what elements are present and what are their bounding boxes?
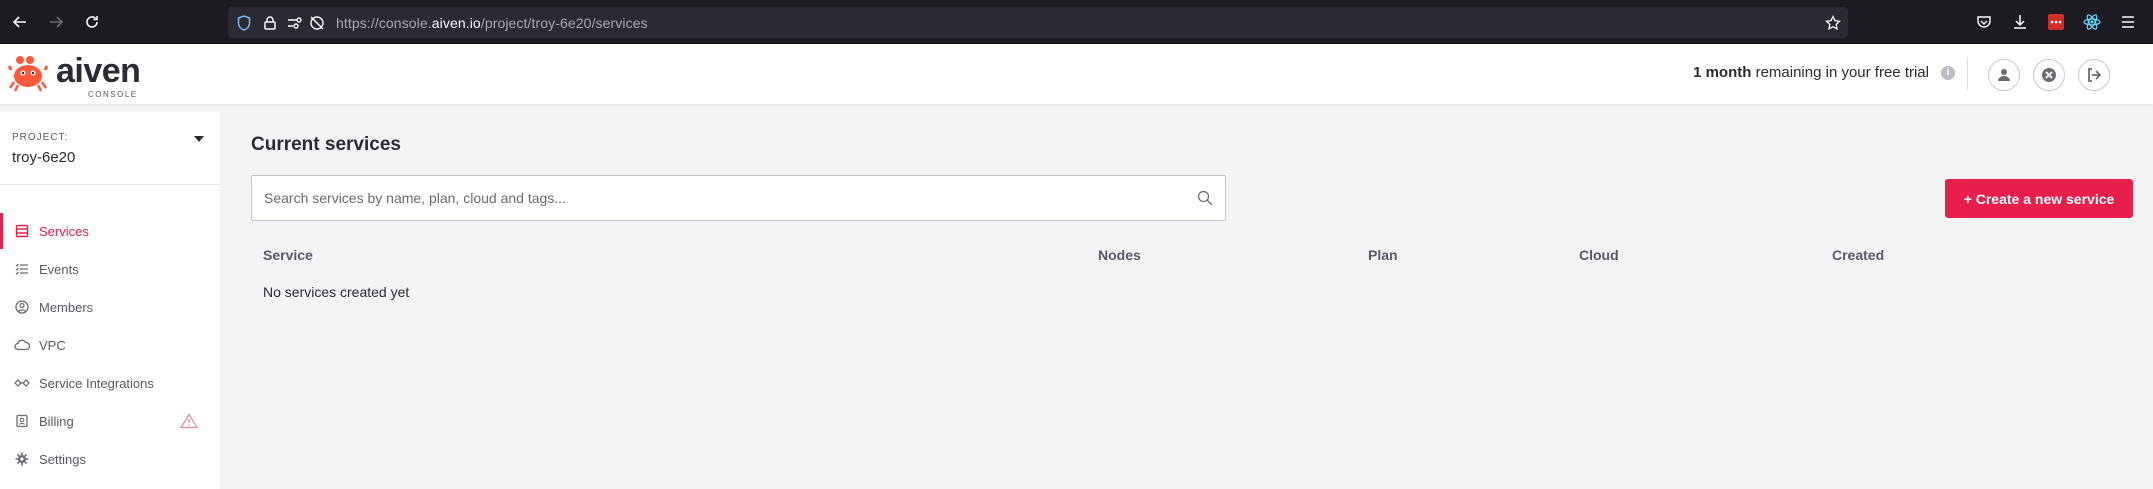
- members-icon: [14, 299, 30, 315]
- cloud-icon: [14, 337, 30, 353]
- column-header-created[interactable]: Created: [1832, 247, 1884, 263]
- sidebar-item-service-integrations[interactable]: Service Integrations: [0, 365, 220, 401]
- sidebar-item-label: Billing: [39, 413, 74, 429]
- download-icon[interactable]: [2009, 11, 2031, 33]
- bookmark-star-icon[interactable]: [1824, 14, 1842, 32]
- trial-text: remaining in your free trial: [1755, 64, 1929, 81]
- autoplay-blocked-icon[interactable]: [308, 14, 326, 32]
- url-path: /project/troy-6e20/services: [480, 15, 648, 31]
- tracking-shield-icon[interactable]: [235, 14, 253, 32]
- empty-state-message: No services created yet: [263, 284, 410, 300]
- chevron-down-icon[interactable]: [194, 136, 204, 142]
- header-divider: [1967, 58, 1968, 90]
- lock-icon[interactable]: [261, 14, 279, 32]
- permissions-icon[interactable]: [286, 14, 304, 32]
- events-icon: [14, 261, 30, 277]
- sidebar-item-label: Service Integrations: [39, 375, 154, 391]
- integrations-icon: [14, 375, 30, 391]
- sidebar-item-label: Settings: [39, 451, 86, 467]
- sidebar-divider: [0, 184, 220, 185]
- back-icon[interactable]: [8, 10, 32, 34]
- support-button[interactable]: [2033, 59, 2065, 91]
- hamburger-menu-icon[interactable]: [2117, 11, 2139, 33]
- search-container: [251, 175, 1226, 221]
- user-icon: [1998, 69, 2010, 81]
- search-input[interactable]: [264, 176, 1184, 220]
- search-icon[interactable]: [1197, 190, 1213, 206]
- address-bar[interactable]: https://console.aiven.io/project/troy-6e…: [228, 7, 1848, 38]
- sidebar-item-vpc[interactable]: VPC: [0, 327, 220, 363]
- logo-subtitle: CONSOLE: [88, 90, 138, 99]
- sidebar-item-label: VPC: [39, 337, 66, 353]
- crab-logo-icon: [8, 56, 49, 92]
- browser-toolbar: https://console.aiven.io/project/troy-6e…: [0, 0, 2153, 44]
- url-prefix: https://console.: [336, 15, 432, 31]
- react-devtools-icon[interactable]: [2081, 11, 2103, 33]
- aiven-logo[interactable]: aiven CONSOLE: [8, 52, 148, 99]
- reload-icon[interactable]: [80, 10, 104, 34]
- sidebar-item-members[interactable]: Members: [0, 289, 220, 325]
- project-label: PROJECT:: [12, 132, 69, 143]
- logout-icon: [2088, 68, 2102, 82]
- trial-duration: 1 month: [1693, 64, 1752, 81]
- sidebar-item-services[interactable]: Services: [0, 213, 220, 249]
- sidebar-item-settings[interactable]: Settings: [0, 441, 220, 477]
- sidebar-item-label: Services: [39, 223, 89, 239]
- close-circle-icon: [2042, 68, 2056, 82]
- sidebar-item-label: Events: [39, 261, 79, 277]
- column-header-service[interactable]: Service: [263, 247, 313, 263]
- sidebar: PROJECT: troy-6e20 Services Events Membe…: [0, 112, 220, 489]
- url-domain: aiven.io: [431, 15, 481, 31]
- logout-button[interactable]: [2078, 59, 2110, 91]
- lastpass-extension-icon[interactable]: [2045, 11, 2067, 33]
- info-icon[interactable]: i: [1941, 65, 1955, 80]
- billing-icon: [14, 413, 30, 429]
- pocket-icon[interactable]: [1973, 11, 1995, 33]
- column-header-cloud[interactable]: Cloud: [1579, 247, 1619, 263]
- column-header-plan[interactable]: Plan: [1368, 247, 1398, 263]
- column-header-nodes[interactable]: Nodes: [1098, 247, 1141, 263]
- create-service-button[interactable]: + Create a new service: [1945, 179, 2133, 218]
- sidebar-item-billing[interactable]: Billing: [0, 403, 220, 439]
- sidebar-item-label: Members: [39, 299, 94, 315]
- gear-icon: [14, 451, 30, 467]
- logo-wordmark: aiven: [56, 52, 141, 90]
- project-name: troy-6e20: [12, 149, 76, 166]
- warning-icon: [179, 413, 199, 432]
- trial-notice: 1 month remaining in your free trial i: [1693, 64, 1955, 81]
- url-text[interactable]: https://console.aiven.io/project/troy-6e…: [336, 15, 648, 31]
- services-icon: [14, 223, 30, 239]
- app-header: aiven CONSOLE 1 month remaining in your …: [0, 44, 2153, 104]
- sidebar-item-events[interactable]: Events: [0, 251, 220, 287]
- forward-icon[interactable]: [44, 10, 68, 34]
- user-profile-button[interactable]: [1988, 59, 2020, 91]
- page-title: Current services: [251, 134, 401, 155]
